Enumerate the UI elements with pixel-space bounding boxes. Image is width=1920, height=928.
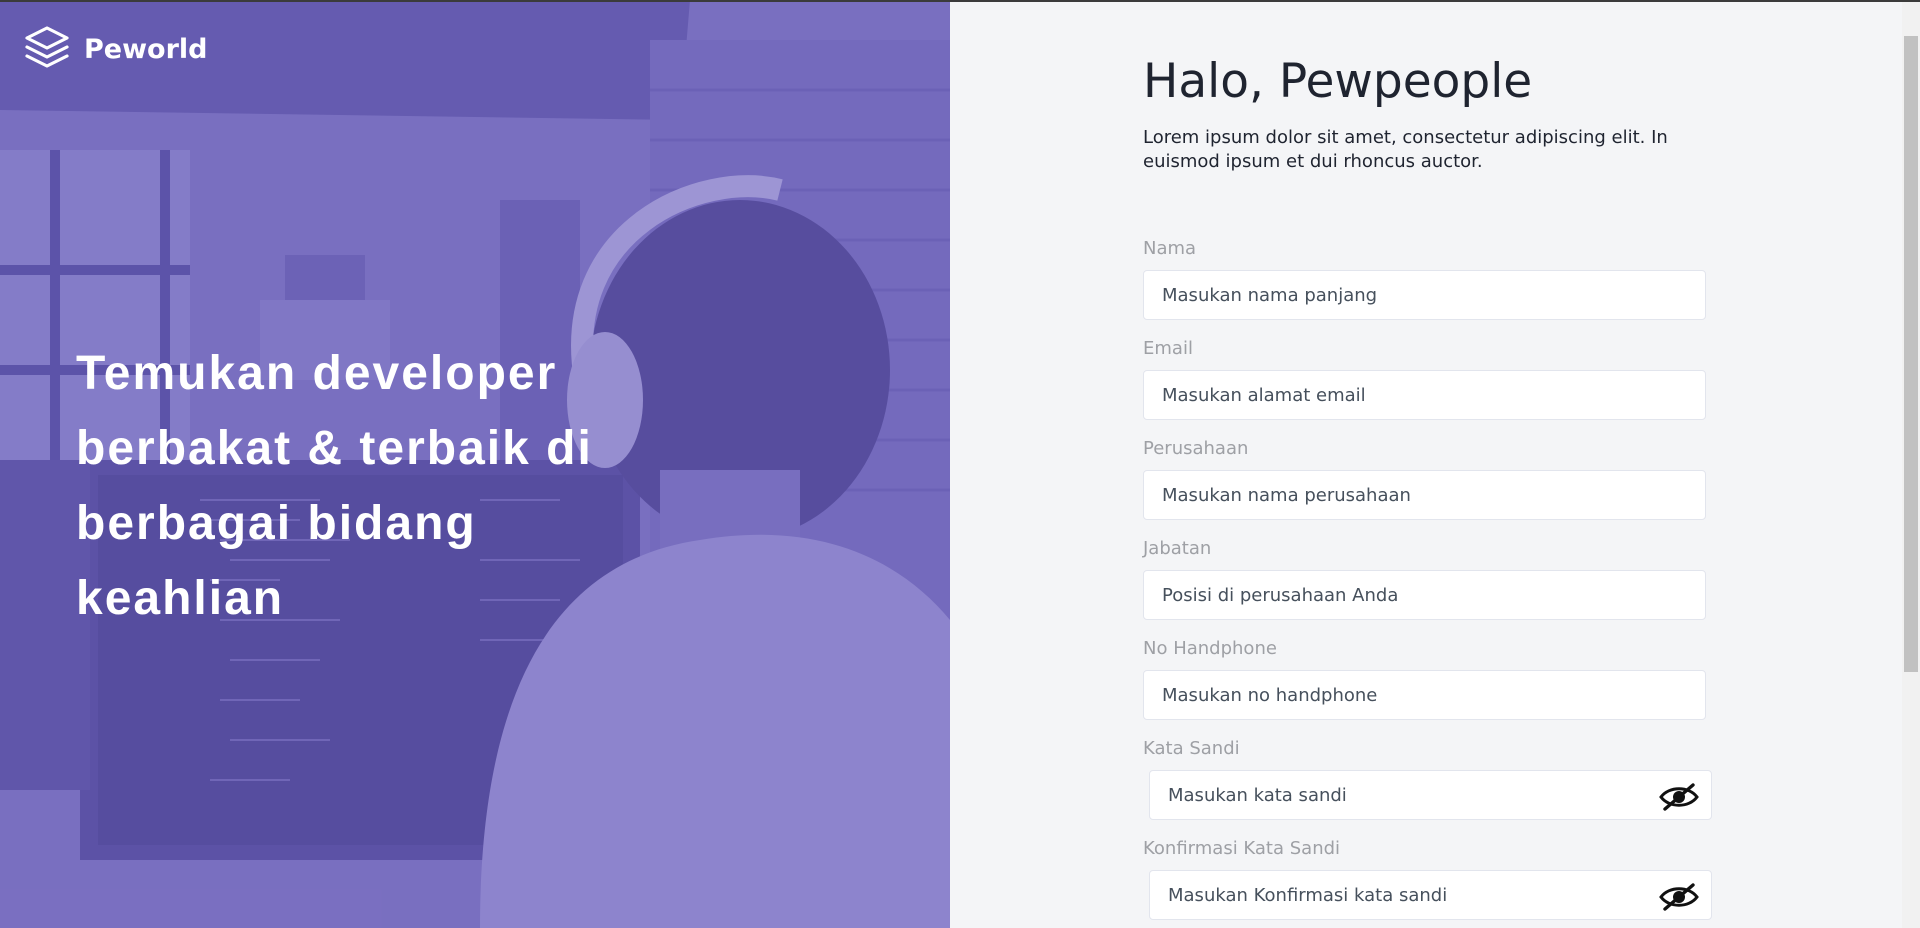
page-scrollbar[interactable] bbox=[1902, 2, 1920, 928]
email-field bbox=[1143, 370, 1706, 420]
hero-title: Temukan developer berbakat & terbaik di … bbox=[76, 347, 593, 625]
eye-slash-icon[interactable] bbox=[1659, 783, 1699, 811]
company-field bbox=[1143, 470, 1706, 520]
scrollbar-thumb[interactable] bbox=[1904, 36, 1918, 672]
password-label: Kata Sandi bbox=[1143, 738, 1240, 759]
email-label: Email bbox=[1143, 338, 1193, 359]
phone-input[interactable] bbox=[1144, 671, 1705, 719]
position-field bbox=[1143, 570, 1706, 620]
company-label: Perusahaan bbox=[1143, 438, 1249, 459]
position-label: Jabatan bbox=[1143, 538, 1212, 559]
name-input[interactable] bbox=[1144, 271, 1705, 319]
password-field bbox=[1149, 770, 1712, 820]
register-panel: Halo, Pewpeople Lorem ipsum dolor sit am… bbox=[950, 2, 1902, 928]
brand-name: Peworld bbox=[84, 33, 208, 65]
window-top-border bbox=[0, 0, 1920, 2]
layers-stack-icon bbox=[24, 25, 70, 74]
eye-slash-icon[interactable] bbox=[1659, 883, 1699, 911]
name-field bbox=[1143, 270, 1706, 320]
company-input[interactable] bbox=[1144, 471, 1705, 519]
confirm-password-input[interactable] bbox=[1150, 871, 1711, 919]
name-label: Nama bbox=[1143, 238, 1197, 259]
position-input[interactable] bbox=[1144, 571, 1705, 619]
hero-panel: Peworld Temukan developer berbakat & ter… bbox=[0, 0, 950, 928]
confirm-password-field bbox=[1149, 870, 1712, 920]
form-subtitle: Lorem ipsum dolor sit amet, consectetur … bbox=[1143, 127, 1668, 172]
confirm-password-label: Konfirmasi Kata Sandi bbox=[1143, 838, 1341, 859]
password-input[interactable] bbox=[1150, 771, 1711, 819]
phone-field bbox=[1143, 670, 1706, 720]
form-greeting: Halo, Pewpeople bbox=[1143, 54, 1533, 109]
brand-logo[interactable]: Peworld bbox=[24, 25, 208, 74]
email-input[interactable] bbox=[1144, 371, 1705, 419]
phone-label: No Handphone bbox=[1143, 638, 1277, 659]
